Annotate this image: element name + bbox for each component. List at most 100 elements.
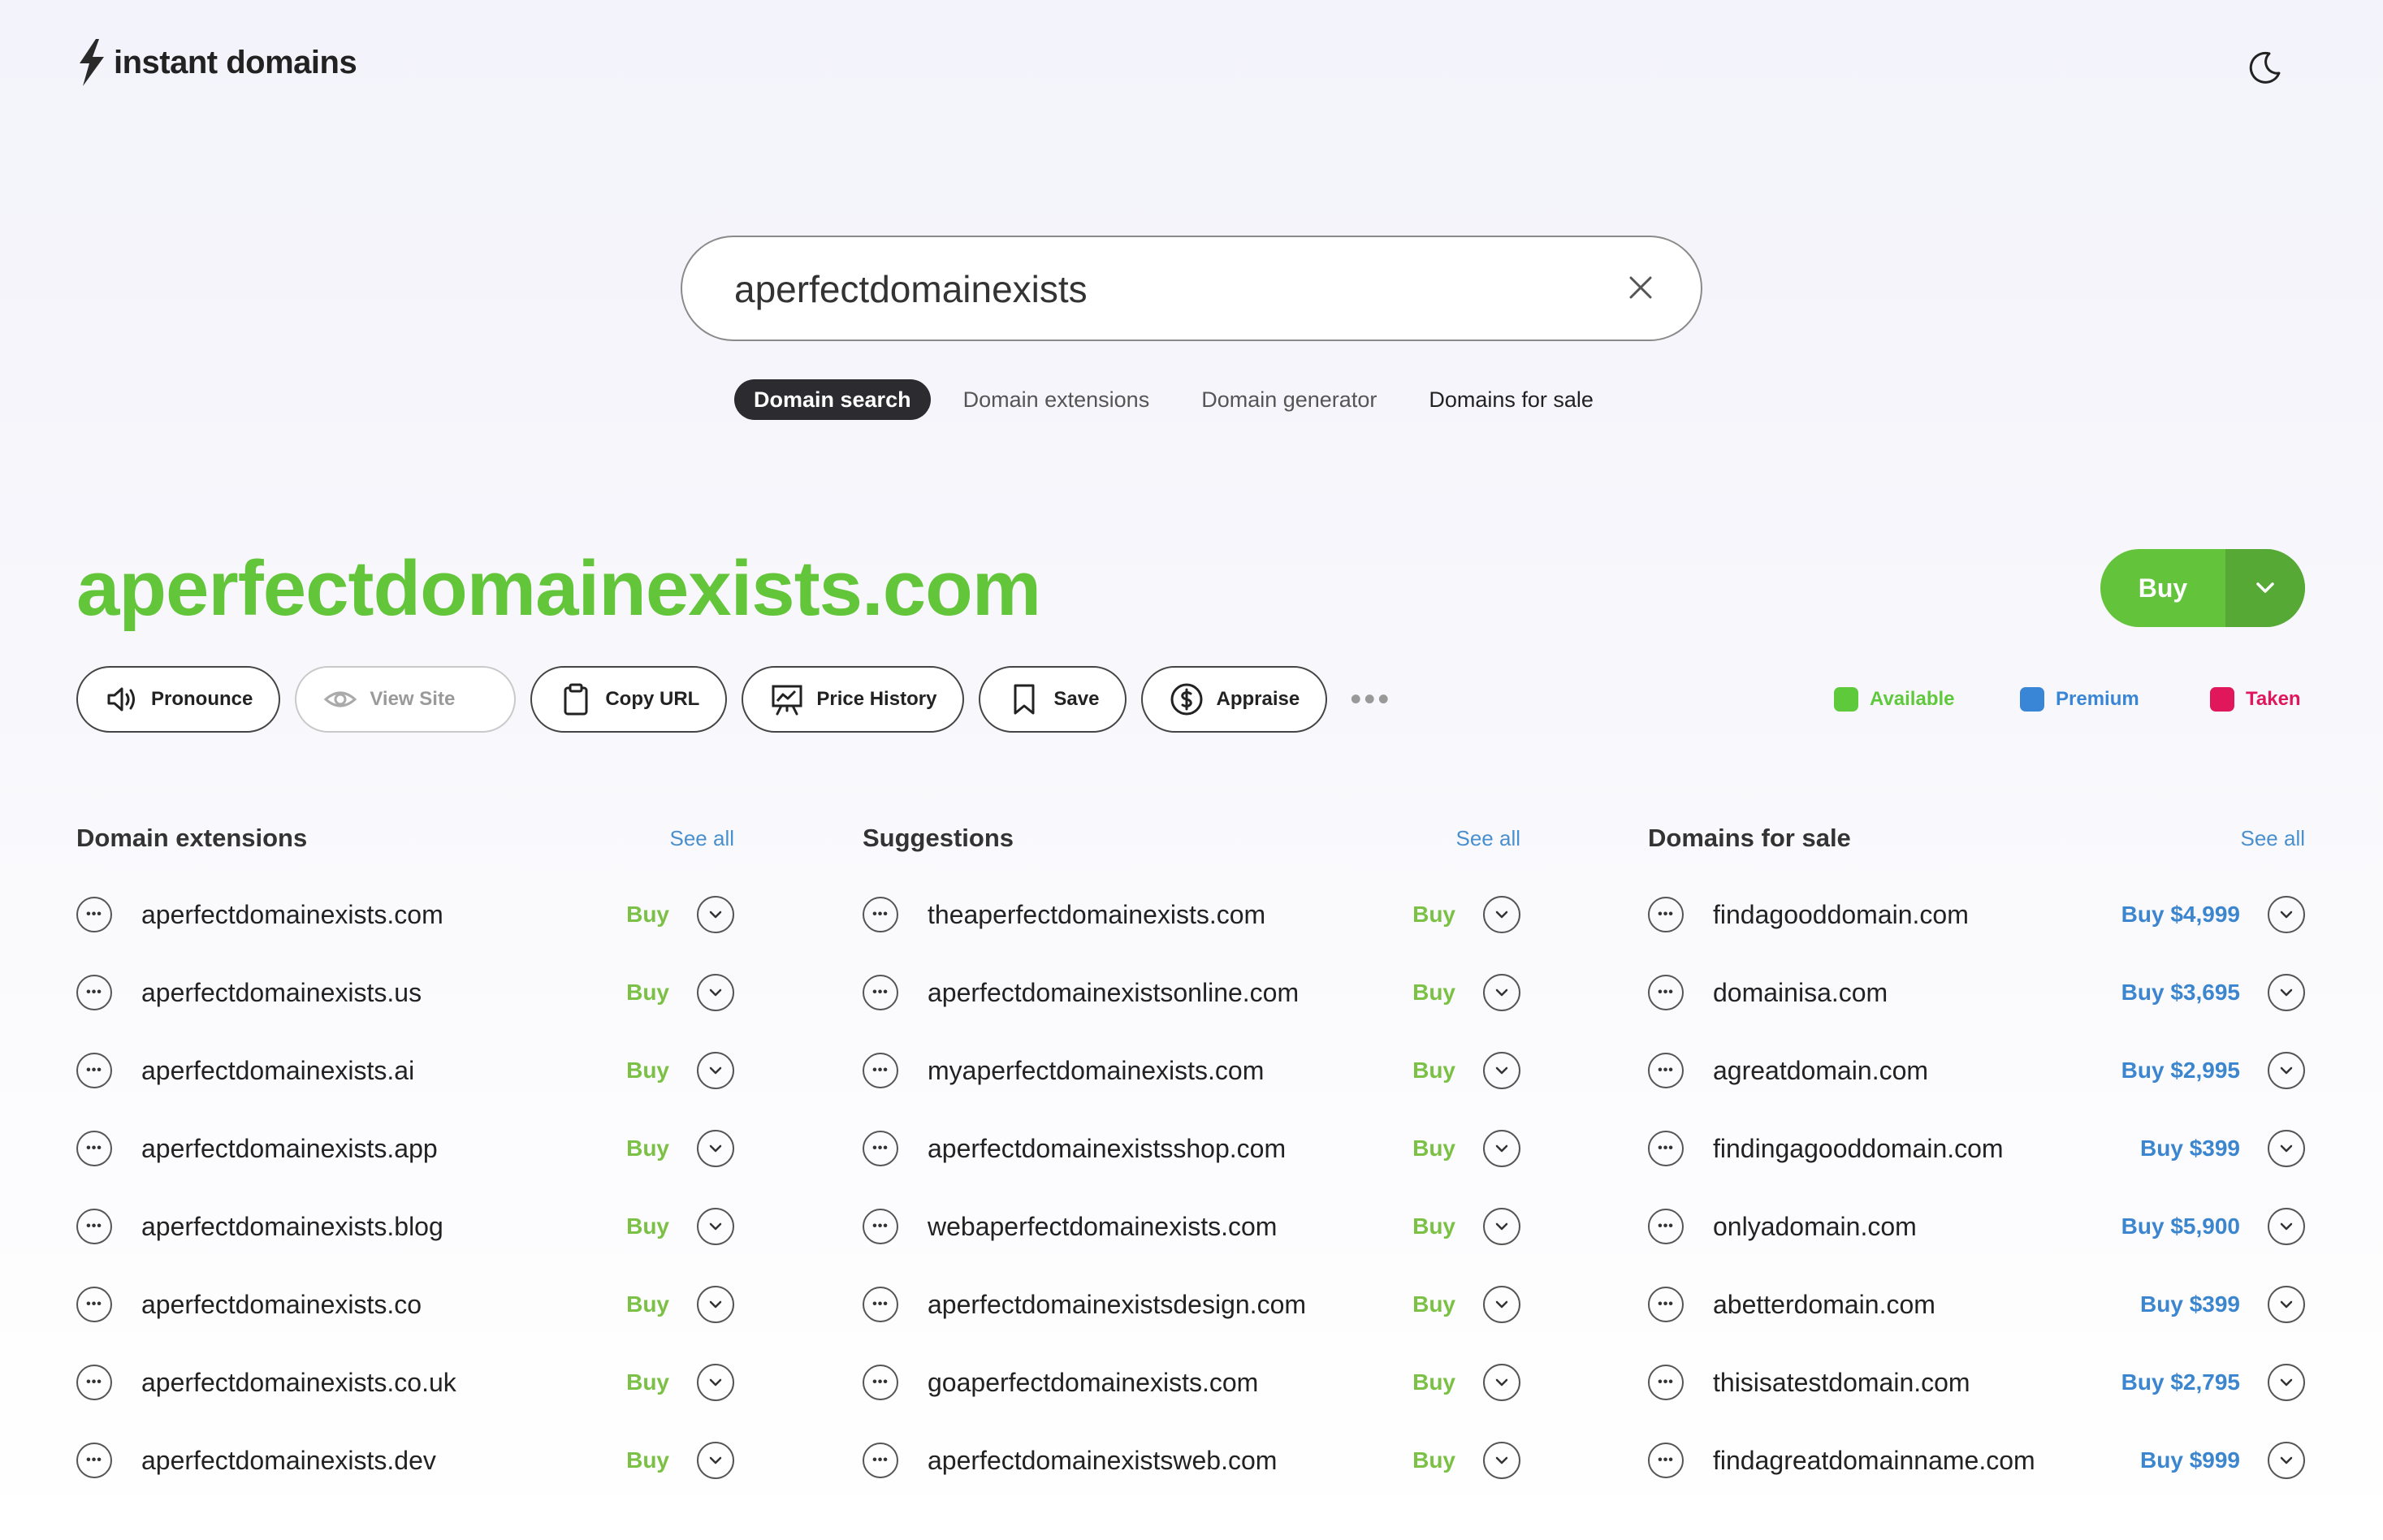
see-all-link[interactable]: See all bbox=[670, 826, 735, 851]
more-options-button[interactable]: ••• bbox=[863, 975, 898, 1010]
expand-button[interactable] bbox=[697, 974, 734, 1011]
more-options-button[interactable]: ••• bbox=[1648, 1443, 1684, 1478]
tab-domain-extensions[interactable]: Domain extensions bbox=[963, 379, 1150, 420]
brand-logo[interactable]: instant domains bbox=[76, 39, 357, 86]
list-item: ••• aperfectdomainexists.dev Buy bbox=[76, 1421, 734, 1499]
copy-url-button[interactable]: Copy URL bbox=[530, 666, 728, 733]
tab-domain-search[interactable]: Domain search bbox=[734, 379, 931, 420]
legend-premium-label: Premium bbox=[2056, 688, 2139, 710]
list-item: ••• aperfectdomainexists.co.uk Buy bbox=[76, 1343, 734, 1421]
pronounce-button[interactable]: Pronounce bbox=[76, 666, 281, 733]
expand-button[interactable] bbox=[2268, 1130, 2305, 1167]
buy-button[interactable]: Buy bbox=[2100, 549, 2225, 627]
moon-icon[interactable] bbox=[2245, 49, 2284, 88]
row-buy-button[interactable]: Buy bbox=[626, 1213, 669, 1239]
expand-button[interactable] bbox=[2268, 1286, 2305, 1323]
more-options-button[interactable]: ••• bbox=[1648, 1365, 1684, 1400]
expand-button[interactable] bbox=[1483, 974, 1520, 1011]
expand-button[interactable] bbox=[2268, 1364, 2305, 1401]
expand-button[interactable] bbox=[1483, 1286, 1520, 1323]
row-buy-button[interactable]: Buy $399 bbox=[2140, 1136, 2240, 1161]
close-icon[interactable] bbox=[1624, 271, 1657, 304]
expand-button[interactable] bbox=[697, 1364, 734, 1401]
more-options-button[interactable]: ••• bbox=[76, 1443, 112, 1478]
row-buy-button[interactable]: Buy bbox=[1412, 1447, 1455, 1473]
more-options-button[interactable]: ••• bbox=[863, 1131, 898, 1166]
expand-button[interactable] bbox=[2268, 1442, 2305, 1479]
row-buy-button[interactable]: Buy $999 bbox=[2140, 1447, 2240, 1473]
more-options-button[interactable]: ••• bbox=[76, 1053, 112, 1088]
expand-button[interactable] bbox=[1483, 1052, 1520, 1089]
row-buy-button[interactable]: Buy bbox=[1412, 1058, 1455, 1084]
more-options-button[interactable]: ••• bbox=[76, 1209, 112, 1244]
row-buy-button[interactable]: Buy $399 bbox=[2140, 1291, 2240, 1317]
row-buy-button[interactable]: Buy bbox=[1412, 1213, 1455, 1239]
expand-button[interactable] bbox=[2268, 1052, 2305, 1089]
expand-button[interactable] bbox=[1483, 896, 1520, 933]
more-options-button[interactable]: ••• bbox=[1648, 1287, 1684, 1322]
search-tabs: Domain search Domain extensions Domain g… bbox=[734, 379, 1646, 420]
more-options-button[interactable]: ••• bbox=[76, 1131, 112, 1166]
price-history-button[interactable]: Price History bbox=[742, 666, 965, 733]
row-buy-button[interactable]: Buy bbox=[626, 1447, 669, 1473]
buy-options-button[interactable] bbox=[2225, 549, 2305, 627]
expand-button[interactable] bbox=[697, 896, 734, 933]
more-options-button[interactable]: ••• bbox=[863, 1365, 898, 1400]
more-options-button[interactable]: ••• bbox=[1648, 1209, 1684, 1244]
expand-button[interactable] bbox=[1483, 1130, 1520, 1167]
more-options-button[interactable]: ••• bbox=[76, 975, 112, 1010]
more-options-button[interactable]: ••• bbox=[863, 1443, 898, 1478]
more-options-button[interactable]: ••• bbox=[1648, 1053, 1684, 1088]
row-buy-button[interactable]: Buy bbox=[1412, 902, 1455, 928]
eye-icon bbox=[324, 691, 357, 707]
expand-button[interactable] bbox=[2268, 1208, 2305, 1245]
tab-domains-for-sale[interactable]: Domains for sale bbox=[1429, 379, 1594, 420]
row-buy-button[interactable]: Buy $3,695 bbox=[2121, 980, 2240, 1006]
more-actions-icon[interactable]: ••• bbox=[1350, 681, 1391, 718]
expand-button[interactable] bbox=[1483, 1208, 1520, 1245]
more-options-button[interactable]: ••• bbox=[76, 897, 112, 932]
row-buy-button[interactable]: Buy $2,795 bbox=[2121, 1369, 2240, 1395]
see-all-link[interactable]: See all bbox=[1456, 826, 1521, 851]
expand-button[interactable] bbox=[697, 1130, 734, 1167]
more-options-button[interactable]: ••• bbox=[76, 1365, 112, 1400]
expand-button[interactable] bbox=[1483, 1442, 1520, 1479]
tab-domain-generator[interactable]: Domain generator bbox=[1201, 379, 1377, 420]
row-buy-button[interactable]: Buy bbox=[1412, 1136, 1455, 1161]
more-options-button[interactable]: ••• bbox=[863, 1053, 898, 1088]
expand-button[interactable] bbox=[2268, 896, 2305, 933]
more-options-button[interactable]: ••• bbox=[863, 1209, 898, 1244]
more-options-button[interactable]: ••• bbox=[1648, 897, 1684, 932]
view-site-button[interactable]: View Site bbox=[295, 666, 517, 733]
row-buy-button[interactable]: Buy $2,995 bbox=[2121, 1058, 2240, 1084]
search-input[interactable] bbox=[733, 237, 1581, 341]
expand-button[interactable] bbox=[697, 1208, 734, 1245]
expand-button[interactable] bbox=[697, 1442, 734, 1479]
more-options-button[interactable]: ••• bbox=[863, 1287, 898, 1322]
see-all-link[interactable]: See all bbox=[2241, 826, 2306, 851]
list-item: ••• aperfectdomainexistsonline.com Buy bbox=[863, 954, 1520, 1032]
row-buy-button[interactable]: Buy bbox=[626, 902, 669, 928]
more-options-button[interactable]: ••• bbox=[1648, 975, 1684, 1010]
row-buy-button[interactable]: Buy $5,900 bbox=[2121, 1213, 2240, 1239]
save-button[interactable]: Save bbox=[979, 666, 1127, 733]
row-buy-button[interactable]: Buy bbox=[626, 1291, 669, 1317]
row-buy-button[interactable]: Buy $4,999 bbox=[2121, 902, 2240, 928]
appraise-button[interactable]: Appraise bbox=[1141, 666, 1328, 733]
row-buy-button[interactable]: Buy bbox=[1412, 980, 1455, 1006]
row-buy-button[interactable]: Buy bbox=[626, 1136, 669, 1161]
domain-name: aperfectdomainexistsweb.com bbox=[928, 1445, 1278, 1475]
row-buy-button[interactable]: Buy bbox=[1412, 1369, 1455, 1395]
row-buy-button[interactable]: Buy bbox=[626, 980, 669, 1006]
expand-button[interactable] bbox=[697, 1052, 734, 1089]
expand-button[interactable] bbox=[2268, 974, 2305, 1011]
more-options-button[interactable]: ••• bbox=[1648, 1131, 1684, 1166]
row-buy-button[interactable]: Buy bbox=[1412, 1291, 1455, 1317]
save-label: Save bbox=[1053, 688, 1100, 710]
expand-button[interactable] bbox=[1483, 1364, 1520, 1401]
expand-button[interactable] bbox=[697, 1286, 734, 1323]
more-options-button[interactable]: ••• bbox=[863, 897, 898, 932]
row-buy-button[interactable]: Buy bbox=[626, 1058, 669, 1084]
more-options-button[interactable]: ••• bbox=[76, 1287, 112, 1322]
row-buy-button[interactable]: Buy bbox=[626, 1369, 669, 1395]
